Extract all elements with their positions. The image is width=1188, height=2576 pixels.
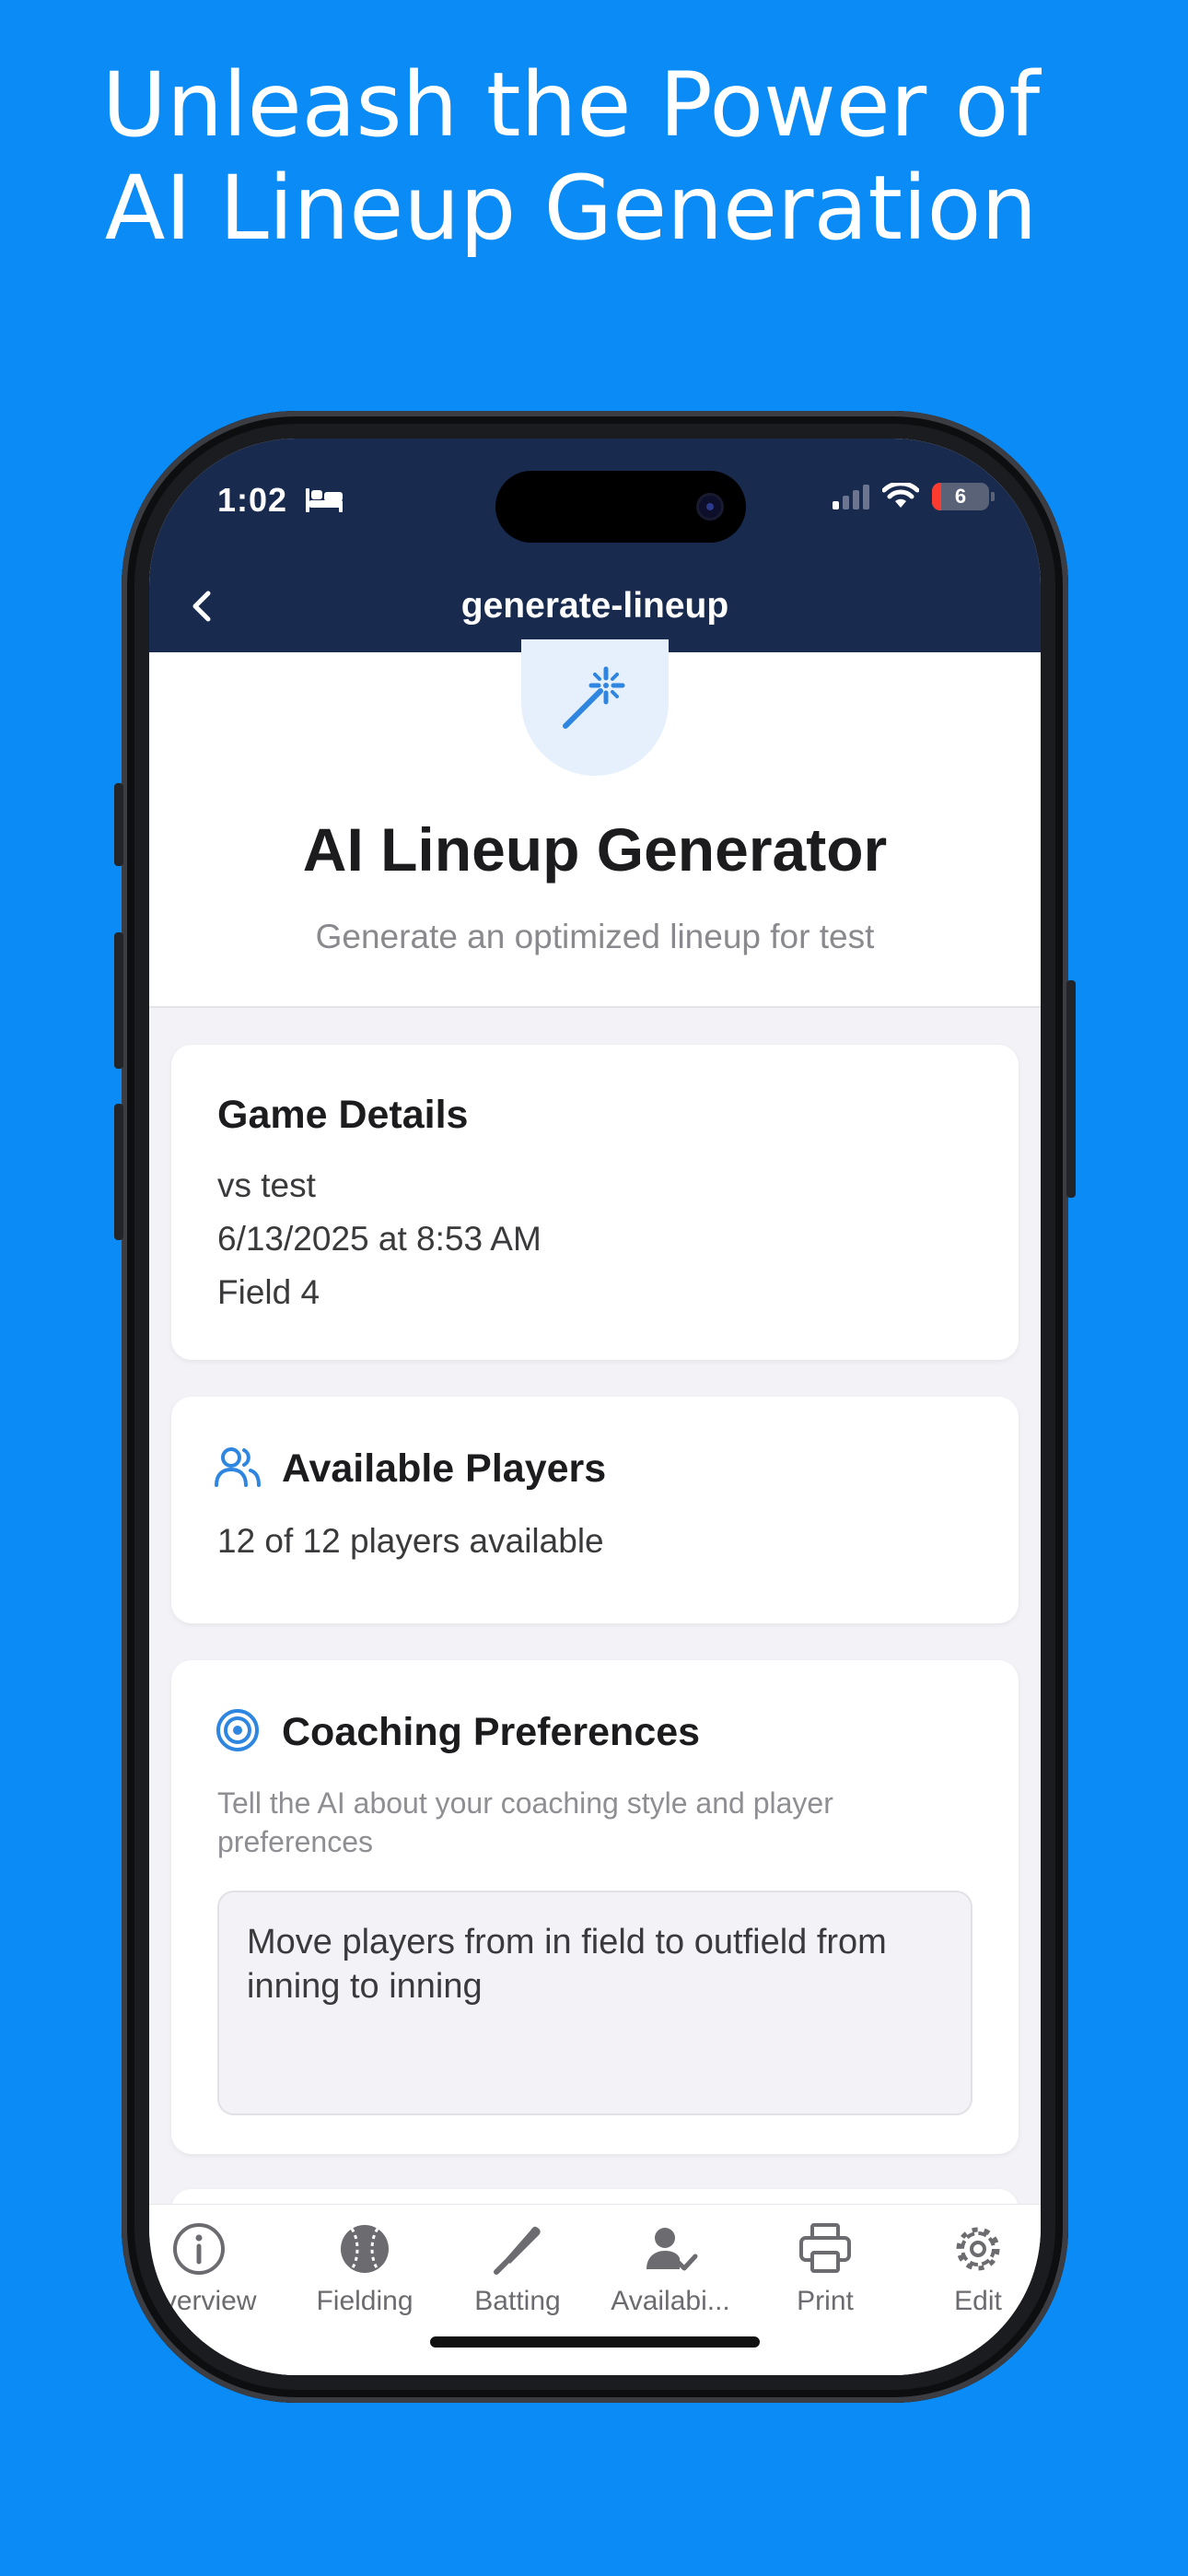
hero-icon-badge	[521, 639, 669, 776]
promo-headline: Unleash the Power of AI Lineup Generatio…	[0, 53, 1142, 260]
game-field: Field 4	[217, 1273, 320, 1311]
info-icon	[173, 2223, 225, 2275]
tab-overview[interactable]: Overview	[149, 2221, 273, 2317]
coaching-preferences-input[interactable]: Move players from in field to outfield f…	[217, 1891, 973, 2115]
volume-up-button	[114, 932, 123, 1069]
tab-batting[interactable]: Batting	[444, 2221, 591, 2317]
phone-screen: 1:02 6 generate-lineup AI Lineup Generat…	[149, 439, 1041, 2375]
users-icon	[215, 1447, 261, 1487]
battery-level: 6	[954, 485, 967, 508]
baseball-icon	[341, 2225, 389, 2273]
game-datetime: 6/13/2025 at 8:53 AM	[217, 1220, 542, 1258]
coaching-preferences-title: Coaching Preferences	[282, 1710, 701, 1754]
phone-frame: 1:02 6 generate-lineup AI Lineup Generat…	[114, 411, 1076, 2403]
status-icons: 6	[833, 483, 995, 510]
game-details-card: Game Details vs test 6/13/2025 at 8:53 A…	[171, 1045, 1019, 1360]
hero-subtitle: Generate an optimized lineup for test	[315, 918, 875, 955]
promo-headline-line2: AI Lineup Generation	[104, 157, 1038, 260]
coaching-preferences-hint: Tell the AI about your coaching style an…	[217, 1786, 833, 1858]
home-indicator[interactable]	[430, 2336, 760, 2348]
action-button	[114, 783, 123, 866]
tab-edit[interactable]: Edit	[904, 2221, 1041, 2317]
hero-title: AI Lineup Generator	[302, 815, 888, 884]
printer-icon	[799, 2223, 851, 2273]
user-check-icon	[646, 2228, 698, 2271]
gear-icon	[956, 2227, 1000, 2271]
magic-wand-icon	[563, 666, 625, 729]
front-camera	[696, 493, 724, 521]
tab-label: Overview	[149, 2286, 257, 2316]
promo-headline-line1: Unleash the Power of	[101, 53, 1041, 157]
coaching-preferences-card: Coaching Preferences Tell the AI about y…	[171, 1660, 1019, 2154]
status-time: 1:02	[217, 481, 288, 519]
target-icon	[216, 1709, 259, 1751]
volume-down-button	[114, 1104, 123, 1240]
game-details-title: Game Details	[217, 1093, 469, 1137]
tab-print[interactable]: Print	[751, 2221, 899, 2317]
tab-bar: Overview Fielding Batting Availabi... Pr…	[149, 2204, 1041, 2375]
available-players-summary: 12 of 12 players available	[217, 1522, 604, 1560]
bat-icon	[494, 2226, 541, 2275]
tab-fielding[interactable]: Fielding	[291, 2221, 438, 2317]
cellular-signal-icon	[833, 484, 869, 509]
game-opponent: vs test	[217, 1166, 316, 1204]
tab-availability[interactable]: Availabi...	[597, 2221, 744, 2317]
tab-label: Availabi...	[611, 2286, 730, 2316]
hero-section: AI Lineup Generator Generate an optimize…	[149, 639, 1041, 1008]
tab-label: Edit	[954, 2286, 1002, 2316]
page-title: generate-lineup	[460, 586, 729, 626]
wifi-icon	[882, 483, 919, 508]
available-players-card[interactable]: Available Players 12 of 12 players avail…	[171, 1397, 1019, 1623]
power-button	[1066, 980, 1076, 1198]
tab-label: Fielding	[316, 2286, 413, 2316]
bed-icon	[306, 488, 343, 512]
tab-label: Print	[797, 2286, 854, 2316]
available-players-title: Available Players	[282, 1446, 607, 1491]
tab-label: Batting	[474, 2286, 561, 2316]
dynamic-island	[495, 471, 746, 543]
battery-icon: 6	[932, 483, 995, 510]
